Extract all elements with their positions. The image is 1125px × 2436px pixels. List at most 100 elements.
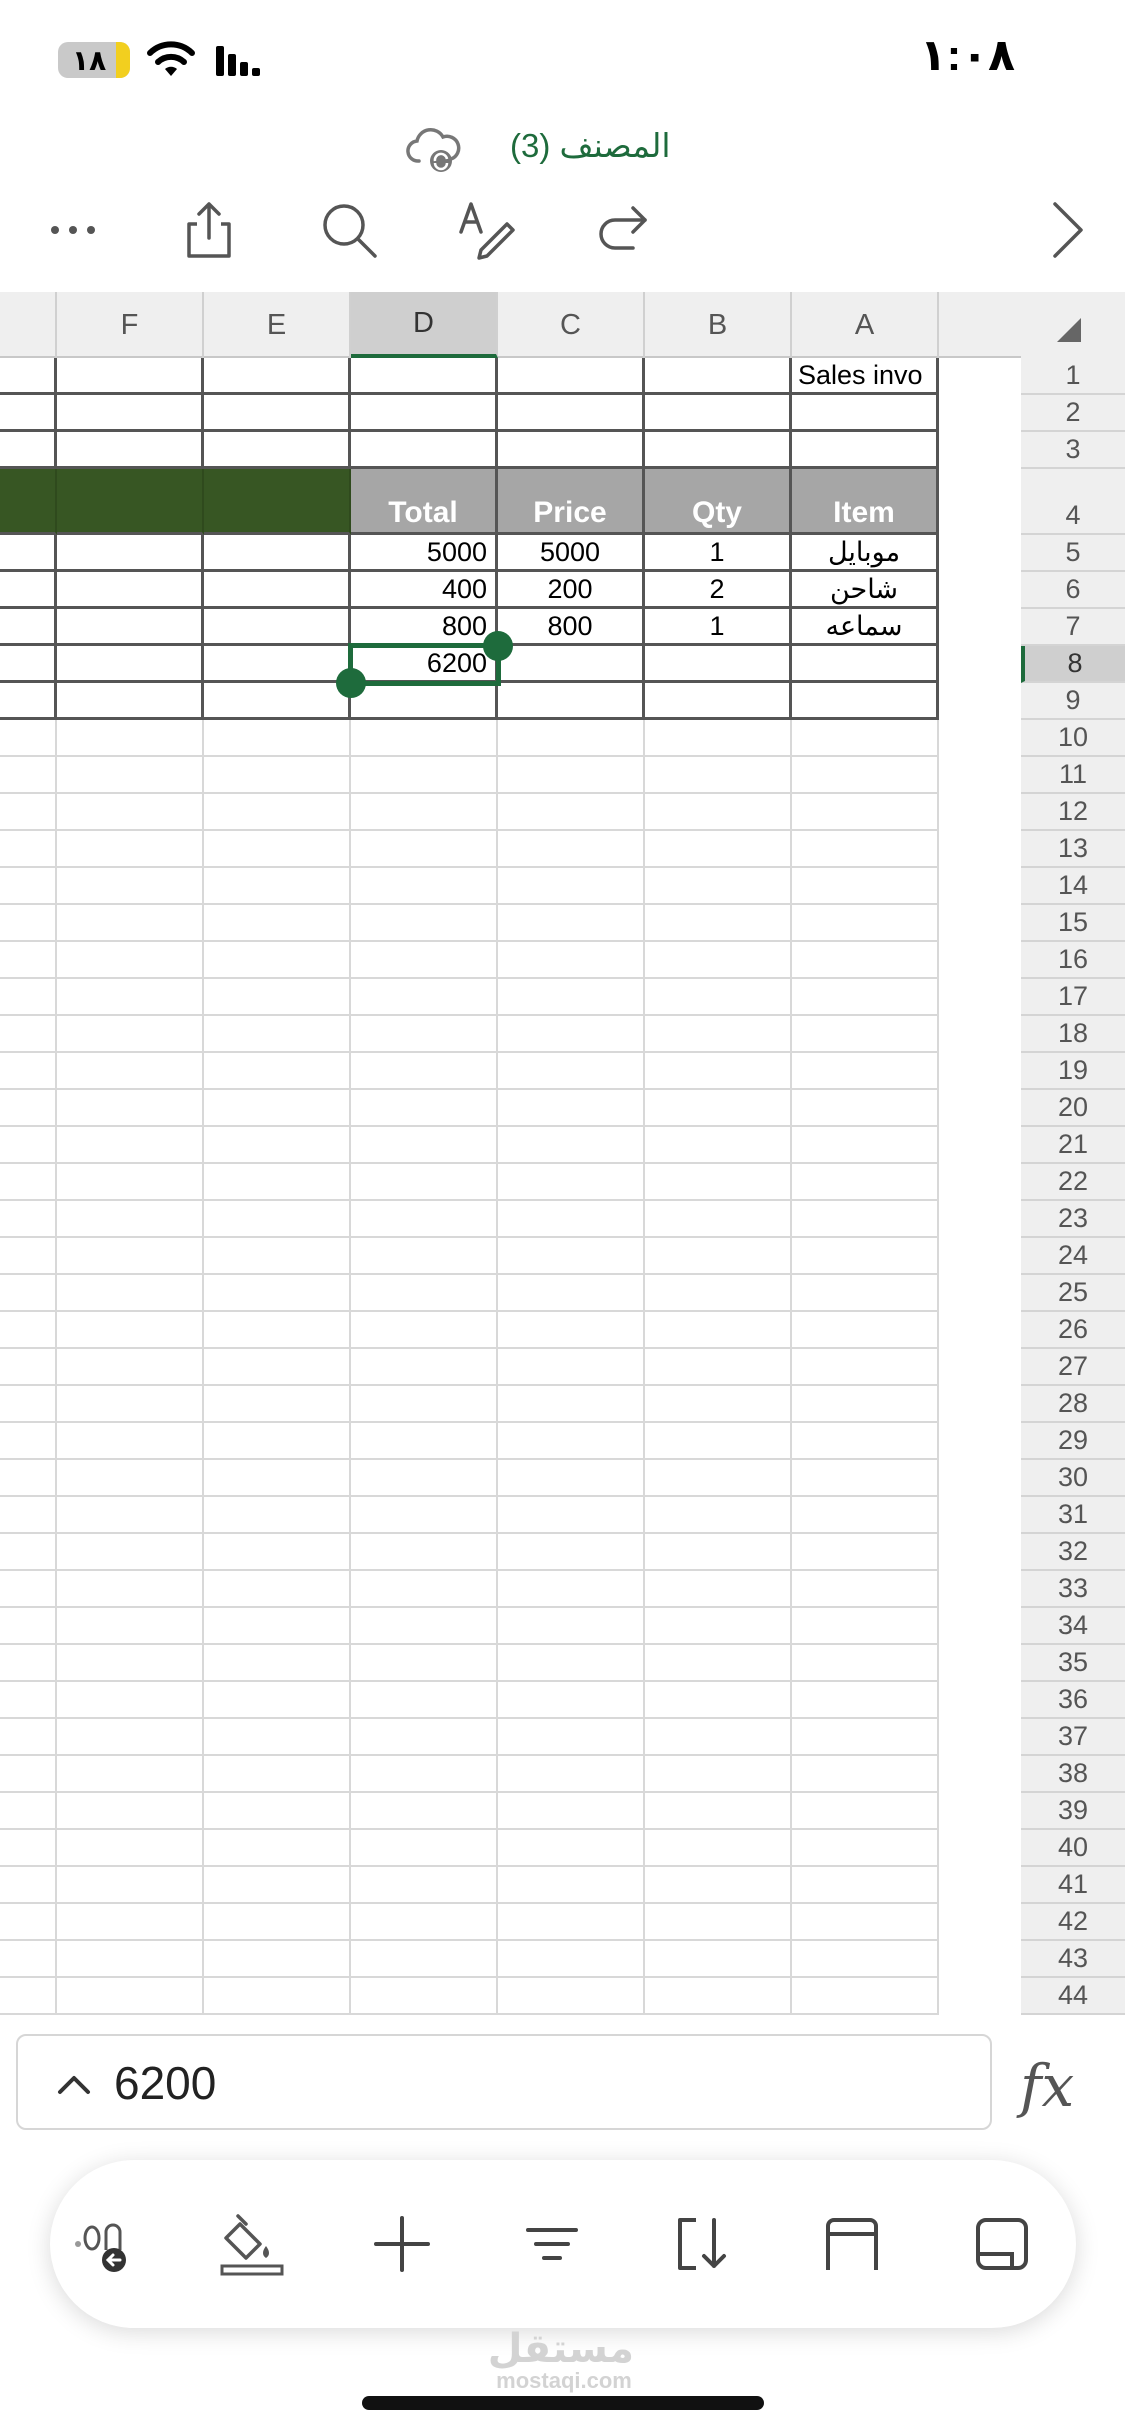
more-options-button[interactable] (38, 190, 108, 270)
cell-e38[interactable] (204, 1756, 351, 1793)
cell-e17[interactable] (204, 979, 351, 1016)
cell-g2[interactable] (0, 395, 57, 432)
column-header-b[interactable]: B (645, 292, 792, 358)
cell-b20[interactable] (645, 1090, 792, 1127)
cell-a28[interactable] (792, 1386, 939, 1423)
cell-g33[interactable] (0, 1571, 57, 1608)
cell-c44[interactable] (498, 1978, 645, 2015)
cell-c5[interactable]: 5000 (498, 535, 645, 572)
cell-d11[interactable] (351, 757, 498, 794)
row-header-13[interactable]: 13 (1021, 831, 1125, 868)
select-all-corner[interactable] (1021, 292, 1125, 358)
row-header-17[interactable]: 17 (1021, 979, 1125, 1016)
cell-g3[interactable] (0, 432, 57, 469)
cell-g20[interactable] (0, 1090, 57, 1127)
cell-g44[interactable] (0, 1978, 57, 2015)
cell-a36[interactable] (792, 1682, 939, 1719)
cell-e12[interactable] (204, 794, 351, 831)
cell-b24[interactable] (645, 1238, 792, 1275)
cell-e14[interactable] (204, 868, 351, 905)
cell-g26[interactable] (0, 1312, 57, 1349)
cell-b18[interactable] (645, 1016, 792, 1053)
cell-f35[interactable] (57, 1645, 204, 1682)
cell-e22[interactable] (204, 1164, 351, 1201)
cell-c33[interactable] (498, 1571, 645, 1608)
cell-e34[interactable] (204, 1608, 351, 1645)
cell-a44[interactable] (792, 1978, 939, 2015)
row-header-29[interactable]: 29 (1021, 1423, 1125, 1460)
cell-d20[interactable] (351, 1090, 498, 1127)
cell-c40[interactable] (498, 1830, 645, 1867)
cell-e11[interactable] (204, 757, 351, 794)
cell-e25[interactable] (204, 1275, 351, 1312)
cell-e20[interactable] (204, 1090, 351, 1127)
row-header-9[interactable]: 9 (1021, 683, 1125, 720)
cell-e3[interactable] (204, 432, 351, 469)
cell-b12[interactable] (645, 794, 792, 831)
cell-b19[interactable] (645, 1053, 792, 1090)
cell-g8[interactable] (0, 646, 57, 683)
cell-f19[interactable] (57, 1053, 204, 1090)
row-header-15[interactable]: 15 (1021, 905, 1125, 942)
cell-d13[interactable] (351, 831, 498, 868)
cell-a1[interactable]: Sales invo (792, 358, 939, 395)
cell-d18[interactable] (351, 1016, 498, 1053)
cell-e40[interactable] (204, 1830, 351, 1867)
cell-f4[interactable] (57, 469, 204, 535)
cell-b22[interactable] (645, 1164, 792, 1201)
cell-b27[interactable] (645, 1349, 792, 1386)
cell-c18[interactable] (498, 1016, 645, 1053)
cell-e16[interactable] (204, 942, 351, 979)
cell-f29[interactable] (57, 1423, 204, 1460)
cell-g22[interactable] (0, 1164, 57, 1201)
cell-e24[interactable] (204, 1238, 351, 1275)
cell-a20[interactable] (792, 1090, 939, 1127)
cell-d17[interactable] (351, 979, 498, 1016)
cell-f11[interactable] (57, 757, 204, 794)
cell-a17[interactable] (792, 979, 939, 1016)
cell-a7[interactable]: سماعه (792, 609, 939, 646)
cell-g42[interactable] (0, 1904, 57, 1941)
cell-b26[interactable] (645, 1312, 792, 1349)
column-header-c[interactable]: C (498, 292, 645, 358)
cell-f20[interactable] (57, 1090, 204, 1127)
cell-b10[interactable] (645, 720, 792, 757)
cell-a6[interactable]: شاحن (792, 572, 939, 609)
cell-c10[interactable] (498, 720, 645, 757)
cell-d40[interactable] (351, 1830, 498, 1867)
cell-b32[interactable] (645, 1534, 792, 1571)
cell-a29[interactable] (792, 1423, 939, 1460)
cell-c8[interactable] (498, 646, 645, 683)
cell-a31[interactable] (792, 1497, 939, 1534)
row-header-12[interactable]: 12 (1021, 794, 1125, 831)
cell-c11[interactable] (498, 757, 645, 794)
cell-a32[interactable] (792, 1534, 939, 1571)
cell-d9[interactable] (351, 683, 498, 720)
cell-g27[interactable] (0, 1349, 57, 1386)
cell-b4[interactable]: Qty (645, 469, 792, 535)
cell-c4[interactable]: Price (498, 469, 645, 535)
cell-a11[interactable] (792, 757, 939, 794)
cell-c24[interactable] (498, 1238, 645, 1275)
cell-b37[interactable] (645, 1719, 792, 1756)
row-header-16[interactable]: 16 (1021, 942, 1125, 979)
cell-a38[interactable] (792, 1756, 939, 1793)
row-header-34[interactable]: 34 (1021, 1608, 1125, 1645)
freeze-panes-button[interactable] (812, 2204, 892, 2284)
row-header-36[interactable]: 36 (1021, 1682, 1125, 1719)
row-header-37[interactable]: 37 (1021, 1719, 1125, 1756)
cell-c42[interactable] (498, 1904, 645, 1941)
cell-c35[interactable] (498, 1645, 645, 1682)
cell-g12[interactable] (0, 794, 57, 831)
cell-a5[interactable]: موبايل (792, 535, 939, 572)
cell-a18[interactable] (792, 1016, 939, 1053)
cell-b15[interactable] (645, 905, 792, 942)
column-header-e[interactable]: E (204, 292, 351, 358)
cell-g11[interactable] (0, 757, 57, 794)
cell-f44[interactable] (57, 1978, 204, 2015)
cell-d36[interactable] (351, 1682, 498, 1719)
spreadsheet-grid[interactable]: GFEDCBA 1Sales invo234TotalPriceQtyItem5… (0, 292, 1125, 2020)
cell-a8[interactable] (792, 646, 939, 683)
cell-g18[interactable] (0, 1016, 57, 1053)
cell-d33[interactable] (351, 1571, 498, 1608)
